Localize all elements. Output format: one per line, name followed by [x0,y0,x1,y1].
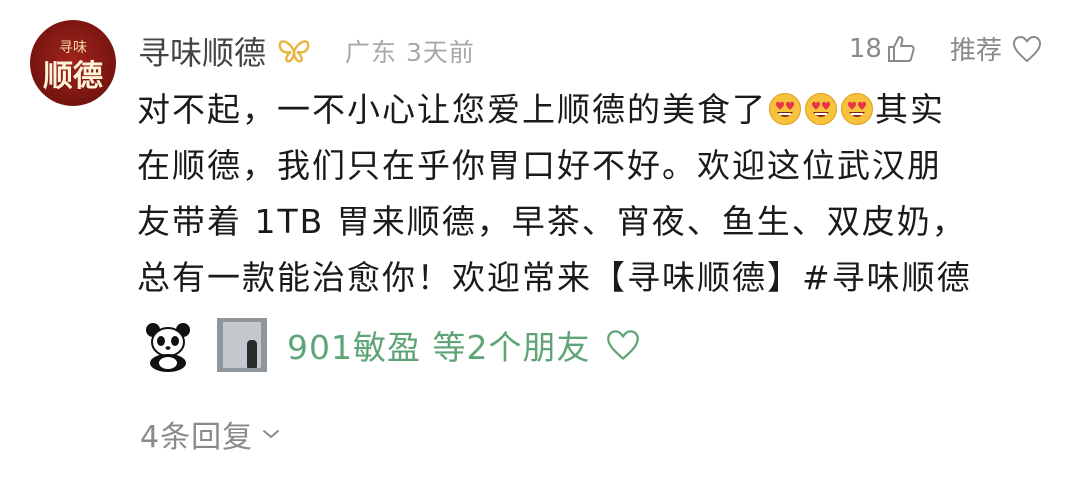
chevron-down-icon [261,427,281,441]
vip-butterfly-icon [276,37,312,65]
content-line-1-tail: 其实 [875,90,945,129]
replies-label: 4条回复 [140,420,254,455]
author-row: 寻味顺德 [138,28,312,74]
heart-outline-icon[interactable] [606,329,640,361]
friend-avatar-panda [141,318,195,372]
comment-content: 对不起，一不小心让您爱上顺德的美食了 其实 在顺德，我们只在乎你胃口好不好。欢迎这… [137,82,1062,306]
view-replies-button[interactable]: 4条回复 [140,412,281,456]
heart-outline-icon[interactable] [1012,35,1042,63]
friends-liked-row[interactable]: 901敏盈 等2个朋友 [141,318,640,372]
avatar[interactable]: 寻味 顺德 [30,20,116,106]
comment-meta: 广东 3天前 [345,38,475,67]
avatar-text-main: 顺德 [43,59,103,94]
content-line-2: 在顺德，我们只在乎你胃口好不好。欢迎这位武汉朋 [137,146,942,185]
heart-eyes-emoji [805,93,837,125]
heart-eyes-emoji [769,93,801,125]
heart-eyes-emoji [841,93,873,125]
recommend-label[interactable]: 推荐 [950,30,1002,67]
avatar-text-top: 寻味 [59,40,87,56]
content-line-1-text: 对不起，一不小心让您爱上顺德的美食了 [137,90,767,129]
avatar-logo: 寻味 顺德 [43,40,103,94]
author-name[interactable]: 寻味顺德 [138,28,266,74]
thumbs-up-icon[interactable] [886,34,916,64]
friends-liked-text: 901敏盈 等2个朋友 [287,328,591,367]
like-count: 18 [848,33,882,64]
friend-avatar-photo [217,318,267,372]
content-line-4: 总有一款能治愈你！欢迎常来【寻味顺德】#寻味顺德 [137,258,972,297]
content-line-1: 对不起，一不小心让您爱上顺德的美食了 其实 [137,82,1062,138]
comment-actions: 18 推荐 [849,30,1042,67]
content-line-3: 友带着 1TB 胃来顺德，早茶、宵夜、鱼生、双皮奶， [137,202,967,241]
photo-figure [247,340,257,368]
